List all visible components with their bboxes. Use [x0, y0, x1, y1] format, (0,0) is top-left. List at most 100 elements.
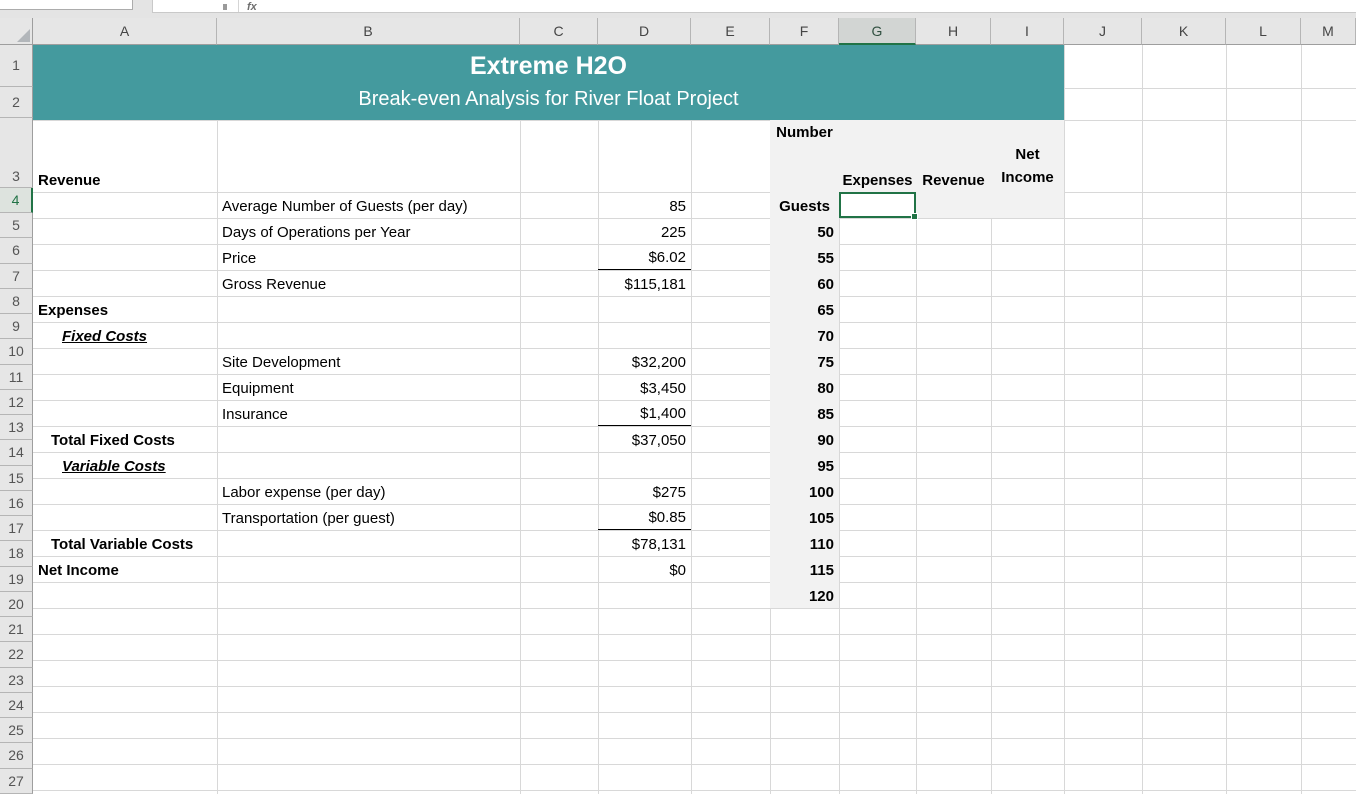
selected-cell[interactable]	[839, 192, 918, 220]
row-header-cell[interactable]: 21	[0, 617, 33, 643]
insert-function-icon[interactable]	[247, 1, 259, 12]
title-banner-cell[interactable]: Extreme H2O Break-even Analysis for Rive…	[33, 45, 1064, 120]
row-header-cell[interactable]: 26	[0, 743, 33, 769]
guest-number-cell[interactable]: 115	[770, 556, 839, 582]
guest-number-cell[interactable]: 65	[770, 296, 839, 322]
row-header-cell[interactable]: 6	[0, 238, 33, 264]
cell-a18[interactable]: Net Income	[33, 556, 217, 582]
cell-d7[interactable]: $115,181	[598, 270, 691, 296]
cell-b15[interactable]: Labor expense (per day)	[217, 478, 520, 504]
column-header-cell[interactable]: L	[1226, 18, 1301, 45]
cell-b4[interactable]: Average Number of Guests (per day)	[217, 192, 520, 218]
guest-number-cell[interactable]: 50	[770, 218, 839, 244]
select-all-triangle-icon	[17, 29, 30, 42]
column-header-cell[interactable]: D	[598, 18, 691, 45]
row-header-cell[interactable]: 19	[0, 566, 33, 592]
cell-a14[interactable]: Variable Costs	[33, 452, 217, 478]
breakeven-revenue-header-cell[interactable]: Revenue	[916, 120, 991, 192]
row-header-cell[interactable]: 25	[0, 718, 33, 744]
column-header-cell[interactable]: F	[770, 18, 839, 45]
row-header-cell[interactable]: 15	[0, 465, 33, 491]
guest-number-cell[interactable]: 120	[770, 582, 839, 608]
cell-d17[interactable]: $78,131	[598, 530, 691, 556]
guest-number-cell[interactable]: 70	[770, 322, 839, 348]
row-header-cell[interactable]: 3	[0, 117, 33, 188]
row-header-cell[interactable]: 9	[0, 314, 33, 340]
row-header-cell[interactable]: 27	[0, 768, 33, 794]
breakeven-number-header-cell[interactable]: Number	[770, 124, 839, 142]
cell-d13[interactable]: $37,050	[598, 426, 691, 452]
row-header-cell[interactable]: 2	[0, 86, 33, 118]
guest-number-cell[interactable]: 95	[770, 452, 839, 478]
cell-a17[interactable]: Total Variable Costs	[33, 530, 217, 556]
cell-b16[interactable]: Transportation (per guest)	[217, 504, 520, 530]
guest-number-cell[interactable]: 90	[770, 426, 839, 452]
enter-check-icon[interactable]	[223, 4, 227, 10]
cell-b10[interactable]: Site Development	[217, 348, 520, 374]
cell-d11[interactable]: $3,450	[598, 374, 691, 400]
row-header-cell[interactable]: 13	[0, 415, 33, 441]
cell-a8[interactable]: Expenses	[33, 296, 217, 322]
column-header-cell[interactable]: G	[839, 18, 916, 45]
cell-a3[interactable]: Revenue	[33, 120, 217, 192]
cell-b7[interactable]: Gross Revenue	[217, 270, 520, 296]
formula-bar-strip	[0, 0, 1356, 18]
cell-a13[interactable]: Total Fixed Costs	[33, 426, 217, 452]
guest-number-cell[interactable]: 110	[770, 530, 839, 556]
row-header-cell[interactable]: 14	[0, 440, 33, 466]
row-header-cell[interactable]: 5	[0, 213, 33, 239]
name-box[interactable]	[0, 0, 133, 10]
guest-number-cell[interactable]: 100	[770, 478, 839, 504]
cell-b5[interactable]: Days of Operations per Year	[217, 218, 520, 244]
guest-number-cell[interactable]: 85	[770, 400, 839, 426]
column-header-cell[interactable]: B	[217, 18, 520, 45]
cell-d4[interactable]: 85	[598, 192, 691, 218]
guest-number-cell[interactable]: 80	[770, 374, 839, 400]
column-header-cell[interactable]: J	[1064, 18, 1142, 45]
guest-number-cell[interactable]: 60	[770, 270, 839, 296]
column-header-cell[interactable]: K	[1142, 18, 1226, 45]
workbook-title: Extreme H2O	[469, 52, 628, 80]
formula-bar[interactable]	[152, 0, 1356, 13]
guest-number-cell[interactable]: 55	[770, 244, 839, 270]
column-header-cell[interactable]: M	[1301, 18, 1356, 45]
column-header-cell[interactable]: I	[991, 18, 1064, 45]
cell-d6[interactable]: $6.02	[598, 244, 691, 270]
breakeven-net-income-header-cell[interactable]: Net Income	[991, 120, 1064, 192]
column-header-cell[interactable]: A	[33, 18, 217, 45]
column-header-cell[interactable]: E	[691, 18, 770, 45]
cell-d16[interactable]: $0.85	[598, 504, 691, 530]
row-header-cell[interactable]: 23	[0, 667, 33, 693]
row-header-cell[interactable]: 22	[0, 642, 33, 668]
row-header-cell[interactable]: 4	[0, 187, 33, 214]
guest-numbers-column: 50 55 60 65 70 75 80 85 90 95 100 105 110 115 120	[770, 218, 839, 608]
row-header-cell[interactable]: 11	[0, 364, 33, 390]
cell-d10[interactable]: $32,200	[598, 348, 691, 374]
row-headers: 1 2 3 4 5 6 7 8 9 10 11 12 13 14 15 16 17 18 19 20 21 22 23 24 2…	[0, 45, 33, 794]
row-header-cell[interactable]: 20	[0, 591, 33, 618]
guest-number-cell[interactable]: 105	[770, 504, 839, 530]
column-header-cell[interactable]: C	[520, 18, 598, 45]
row-header-cell[interactable]: 16	[0, 490, 33, 517]
cell-b6[interactable]: Price	[217, 244, 520, 270]
column-header-cell[interactable]: H	[916, 18, 991, 45]
row-header-cell[interactable]: 18	[0, 541, 33, 567]
cell-b11[interactable]: Equipment	[217, 374, 520, 400]
row-header-cell[interactable]: 1	[0, 45, 33, 87]
breakeven-guests-label-cell[interactable]: Guests	[770, 192, 839, 218]
row-header-cell[interactable]: 12	[0, 389, 33, 416]
row-header-cell[interactable]: 7	[0, 263, 33, 289]
row-header-cell[interactable]: 8	[0, 288, 33, 315]
guest-number-cell[interactable]: 75	[770, 348, 839, 374]
breakeven-expenses-header-cell[interactable]: Expenses	[839, 120, 916, 192]
cell-d15[interactable]: $275	[598, 478, 691, 504]
cell-d12[interactable]: $1,400	[598, 400, 691, 426]
row-header-cell[interactable]: 17	[0, 516, 33, 542]
cell-b12[interactable]: Insurance	[217, 400, 520, 426]
row-header-cell[interactable]: 10	[0, 339, 33, 365]
select-all-button[interactable]	[0, 18, 33, 45]
row-header-cell[interactable]: 24	[0, 692, 33, 719]
cell-d5[interactable]: 225	[598, 218, 691, 244]
cell-a9[interactable]: Fixed Costs	[33, 322, 217, 348]
cell-d18[interactable]: $0	[598, 556, 691, 582]
